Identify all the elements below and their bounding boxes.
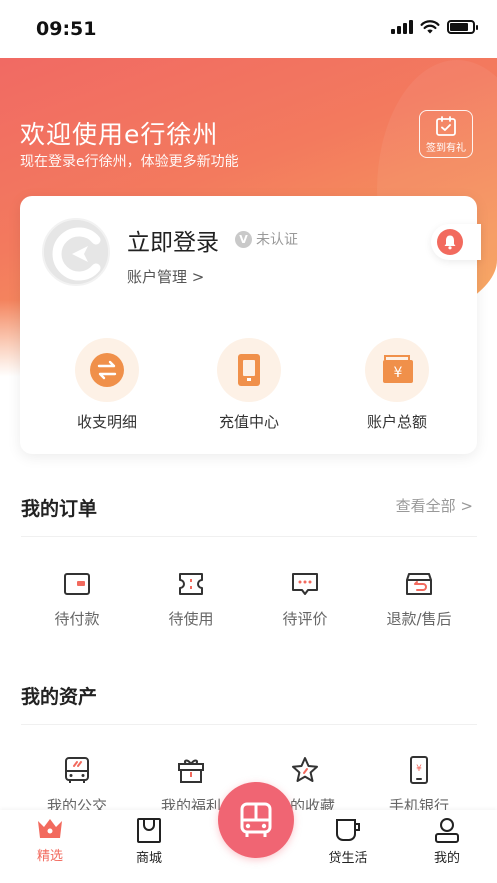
wallet-icon: ¥ bbox=[365, 338, 429, 402]
status-time: 09:51 bbox=[36, 18, 97, 40]
quick-label: 收支明细 bbox=[76, 413, 137, 431]
battery-icon bbox=[447, 20, 478, 34]
bus-icon bbox=[65, 757, 89, 783]
order-label: 待评价 bbox=[282, 610, 328, 628]
signin-reward-button[interactable]: 签到有礼 bbox=[419, 110, 473, 158]
page-title: 欢迎使用e行徐州 bbox=[20, 120, 219, 149]
divider bbox=[21, 536, 477, 537]
wallet-icon bbox=[64, 573, 90, 595]
order-to-review[interactable]: 待评价 bbox=[250, 570, 360, 629]
quick-label: 账户总额 bbox=[366, 413, 427, 431]
account-manage-link[interactable]: 账户管理 > bbox=[127, 266, 204, 287]
quick-label: 充值中心 bbox=[218, 413, 279, 431]
quick-recharge-center[interactable]: 充值中心 bbox=[189, 338, 309, 432]
status-bar: 09:51 bbox=[0, 0, 497, 58]
tab-featured[interactable]: 精选 bbox=[10, 816, 90, 864]
status-icons bbox=[391, 20, 478, 34]
order-label: 退款/售后 bbox=[386, 610, 452, 628]
card-icon bbox=[217, 338, 281, 402]
tab-label: 商城 bbox=[135, 851, 162, 866]
assets-section-title: 我的资产 bbox=[21, 686, 98, 708]
crown-icon bbox=[38, 819, 62, 838]
order-refund-aftersale[interactable]: 退款/售后 bbox=[364, 570, 474, 629]
verify-badge-icon: V bbox=[235, 230, 252, 248]
verification-status: V 未认证 bbox=[235, 229, 298, 249]
order-label: 待使用 bbox=[168, 610, 214, 628]
phone-icon: ¥ bbox=[410, 756, 428, 784]
gift-icon bbox=[178, 759, 204, 783]
shopping-bag-icon bbox=[137, 818, 161, 843]
tab-label: 我的 bbox=[433, 851, 460, 866]
quick-account-total[interactable]: ¥ 账户总额 bbox=[337, 338, 457, 432]
svg-text:¥: ¥ bbox=[416, 764, 422, 774]
bell-icon bbox=[437, 229, 463, 255]
order-to-use[interactable]: 待使用 bbox=[136, 570, 246, 629]
quick-income-expense[interactable]: 收支明细 bbox=[47, 338, 167, 432]
tab-mine[interactable]: 我的 bbox=[407, 816, 487, 866]
cup-icon bbox=[336, 819, 360, 841]
calendar-check-icon bbox=[436, 115, 456, 136]
user-icon bbox=[435, 818, 459, 843]
svg-text:¥: ¥ bbox=[394, 365, 403, 381]
bus-icon bbox=[240, 802, 272, 837]
divider bbox=[21, 724, 477, 725]
star-icon bbox=[292, 757, 318, 782]
wifi-icon bbox=[420, 20, 440, 34]
ticket-icon bbox=[179, 573, 203, 595]
orders-section-title: 我的订单 bbox=[21, 498, 98, 520]
comment-icon bbox=[292, 573, 318, 595]
order-pending-payment[interactable]: 待付款 bbox=[22, 570, 132, 629]
signin-reward-label: 签到有礼 bbox=[426, 142, 466, 154]
bottom-tab-bar: 精选 商城 贷生活 我的 bbox=[0, 782, 497, 883]
notification-button[interactable] bbox=[431, 224, 481, 260]
tab-label: 贷生活 bbox=[328, 851, 368, 866]
exchange-icon bbox=[75, 338, 139, 402]
asset-mobile-banking[interactable]: ¥ 手机银行 bbox=[364, 755, 474, 816]
view-all-orders-link[interactable]: 查看全部 > bbox=[396, 495, 473, 516]
account-card: 立即登录 V 未认证 账户管理 > 收支明细 充值中心 ¥ 账户总额 bbox=[20, 196, 481, 454]
page-subtitle: 现在登录e行徐州，体验更多新功能 bbox=[20, 154, 239, 170]
center-bus-button[interactable] bbox=[218, 782, 294, 858]
avatar-logo-icon bbox=[44, 220, 108, 284]
order-label: 待付款 bbox=[54, 610, 100, 628]
tab-label: 精选 bbox=[36, 849, 63, 864]
refund-box-icon bbox=[406, 573, 432, 595]
tab-loan-life[interactable]: 贷生活 bbox=[308, 816, 388, 866]
asset-my-bus[interactable]: 我的公交 bbox=[22, 755, 132, 816]
tab-mall[interactable]: 商城 bbox=[109, 816, 189, 866]
avatar[interactable] bbox=[42, 218, 110, 286]
login-link[interactable]: 立即登录 bbox=[127, 223, 219, 257]
signal-icon bbox=[391, 20, 413, 34]
verify-text: 未认证 bbox=[256, 232, 298, 248]
